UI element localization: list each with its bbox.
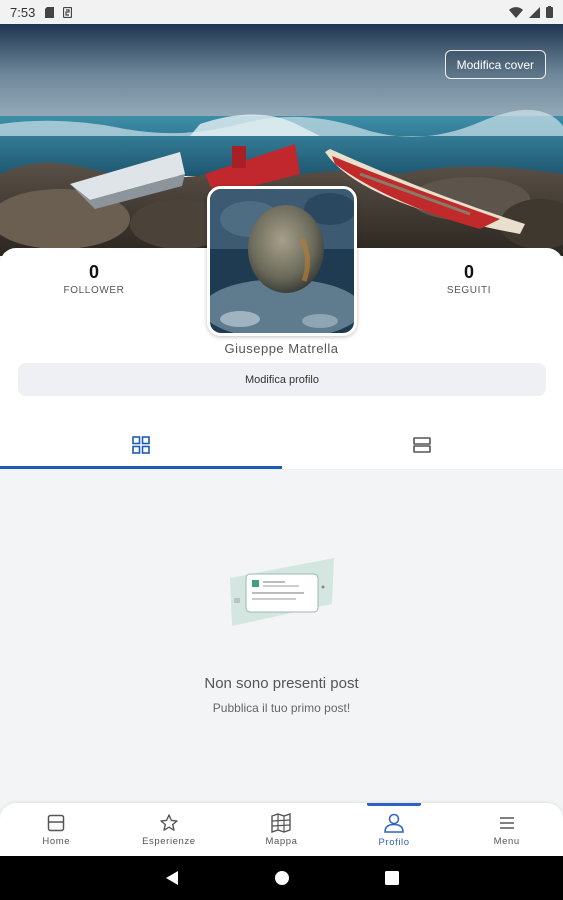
home-icon xyxy=(48,814,65,831)
nav-label-mappa: Mappa xyxy=(265,835,298,847)
profile-icon xyxy=(384,813,404,833)
tab-grid[interactable] xyxy=(0,420,282,469)
following-count: 0 xyxy=(463,262,474,282)
following-label: SEGUITI xyxy=(446,285,492,296)
list-icon xyxy=(413,436,432,453)
avatar-photo xyxy=(210,189,354,333)
nav-label-profilo: Profilo xyxy=(378,836,410,848)
tab-list[interactable] xyxy=(282,420,563,469)
status-time: 7:53 xyxy=(10,4,36,20)
nav-label-esperienze: Esperienze xyxy=(142,835,196,847)
wifi-icon xyxy=(509,6,523,18)
nav-item-esperienze[interactable]: Esperienze xyxy=(113,803,226,856)
home-circle-icon[interactable] xyxy=(274,870,290,886)
back-icon[interactable] xyxy=(165,870,179,886)
followers-label: FOLLOWER xyxy=(63,285,125,296)
profile-tabs xyxy=(0,420,563,470)
posts-empty-state: Non sono presenti post Pubblica il tuo p… xyxy=(0,470,563,803)
nav-item-home[interactable]: Home xyxy=(0,803,113,856)
empty-state-title: Non sono presenti post xyxy=(204,675,359,692)
nav-label-menu: Menu xyxy=(493,835,520,847)
notification-icon xyxy=(63,6,73,18)
followers-stat[interactable]: 0 FOLLOWER xyxy=(34,262,154,296)
empty-posts-illustration xyxy=(230,558,334,626)
edit-profile-button[interactable]: Modifica profilo xyxy=(18,363,546,396)
profile-name: Giuseppe Matrella xyxy=(224,341,339,356)
sd-card-icon xyxy=(45,6,55,18)
map-icon xyxy=(271,812,292,833)
nav-item-profilo[interactable]: Profilo xyxy=(338,803,451,856)
nav-label-home: Home xyxy=(42,835,71,847)
nav-item-menu[interactable]: Menu xyxy=(450,803,563,856)
edit-cover-button[interactable]: Modifica cover xyxy=(444,50,546,79)
grid-icon xyxy=(131,435,150,454)
menu-icon xyxy=(499,816,514,829)
recents-icon[interactable] xyxy=(384,871,399,885)
bottom-navigation: Home Esperienze Mappa Profilo Menu xyxy=(0,803,563,856)
battery-icon xyxy=(546,6,553,18)
empty-state-subtitle: Pubblica il tuo primo post! xyxy=(212,701,351,715)
avatar[interactable] xyxy=(207,186,357,336)
system-navigation-bar xyxy=(0,856,563,900)
following-stat[interactable]: 0 SEGUITI xyxy=(409,262,529,296)
status-bar: 7:53 xyxy=(0,0,563,24)
followers-count: 0 xyxy=(88,262,99,282)
star-icon xyxy=(160,813,178,831)
signal-icon xyxy=(529,6,540,18)
nav-item-mappa[interactable]: Mappa xyxy=(225,803,338,856)
